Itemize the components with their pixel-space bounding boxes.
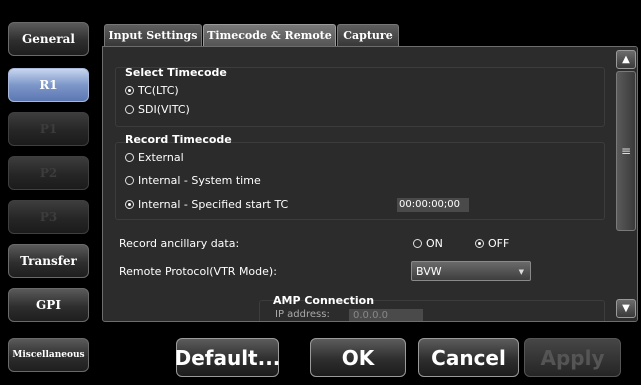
nav-r1[interactable]: R1 bbox=[8, 68, 89, 102]
amp-ip-label: IP address: bbox=[275, 309, 330, 320]
radio-unselected-icon bbox=[125, 153, 134, 162]
tab-capture-label: Capture bbox=[343, 29, 393, 42]
grip-icon: ≡ bbox=[620, 144, 632, 158]
up-arrow-icon[interactable]: ▲ bbox=[616, 50, 636, 69]
ok-button-label: OK bbox=[341, 345, 375, 370]
radio-external[interactable]: External bbox=[125, 151, 184, 164]
record-timecode-title: Record Timecode bbox=[125, 133, 232, 146]
radio-unselected-icon bbox=[413, 239, 422, 248]
settings-panel: Select Timecode TC(LTC) SDI(VITC) Record… bbox=[102, 46, 638, 322]
radio-selected-icon bbox=[125, 200, 134, 209]
radio-ancillary-off-label: OFF bbox=[488, 237, 510, 250]
down-arrow-icon[interactable]: ▼ bbox=[616, 299, 636, 318]
tab-timecode-remote-label: Timecode & Remote bbox=[207, 29, 332, 42]
nav-p1-label: P1 bbox=[39, 122, 58, 136]
radio-tc-ltc[interactable]: TC(LTC) bbox=[125, 84, 179, 97]
remote-protocol-value: BVW bbox=[416, 264, 442, 278]
tab-timecode-remote[interactable]: Timecode & Remote bbox=[203, 24, 336, 46]
apply-button-label: Apply bbox=[540, 345, 605, 370]
radio-ancillary-on[interactable]: ON bbox=[413, 237, 443, 250]
cancel-button-label: Cancel bbox=[431, 345, 506, 370]
radio-tc-ltc-label: TC(LTC) bbox=[138, 84, 179, 97]
select-timecode-title: Select Timecode bbox=[125, 66, 227, 79]
radio-ancillary-on-label: ON bbox=[426, 237, 443, 250]
radio-selected-icon bbox=[125, 86, 134, 95]
radio-external-label: External bbox=[138, 151, 184, 164]
tab-input-settings[interactable]: Input Settings bbox=[104, 24, 202, 46]
nav-miscellaneous-label: Miscellaneous bbox=[12, 350, 85, 360]
scrollbar[interactable]: ▲ ≡ ▼ bbox=[613, 47, 637, 321]
nav-miscellaneous[interactable]: Miscellaneous bbox=[8, 338, 89, 372]
ancillary-label: Record ancillary data: bbox=[119, 237, 240, 250]
radio-unselected-icon bbox=[125, 105, 134, 114]
nav-gpi-label: GPI bbox=[36, 298, 61, 312]
nav-p3[interactable]: P3 bbox=[8, 200, 89, 234]
nav-general[interactable]: General bbox=[8, 22, 89, 56]
default-button[interactable]: Default... bbox=[174, 338, 281, 377]
tab-capture[interactable]: Capture bbox=[337, 24, 399, 46]
nav-r1-label: R1 bbox=[39, 78, 58, 92]
apply-button[interactable]: Apply bbox=[524, 338, 621, 377]
remote-protocol-label: Remote Protocol(VTR Mode): bbox=[119, 265, 277, 278]
nav-p2[interactable]: P2 bbox=[8, 156, 89, 190]
settings-content: Select Timecode TC(LTC) SDI(VITC) Record… bbox=[103, 47, 613, 321]
start-tc-input[interactable]: 00:00:00;00 bbox=[397, 198, 469, 212]
scrollbar-thumb[interactable]: ≡ bbox=[616, 71, 636, 231]
radio-internal-system-time-label: Internal - System time bbox=[138, 174, 261, 187]
nav-p3-label: P3 bbox=[39, 210, 58, 224]
radio-sdi-vitc[interactable]: SDI(VITC) bbox=[125, 103, 190, 116]
chevron-down-icon: ▼ bbox=[518, 268, 524, 276]
ok-button[interactable]: OK bbox=[310, 338, 406, 377]
nav-gpi[interactable]: GPI bbox=[8, 288, 89, 322]
nav-general-label: General bbox=[22, 32, 75, 46]
nav-p1[interactable]: P1 bbox=[8, 112, 89, 146]
radio-internal-system-time[interactable]: Internal - System time bbox=[125, 174, 261, 187]
radio-internal-specified-tc-label: Internal - Specified start TC bbox=[138, 198, 289, 211]
radio-unselected-icon bbox=[125, 176, 134, 185]
amp-connection-title: AMP Connection bbox=[273, 294, 375, 307]
nav-transfer[interactable]: Transfer bbox=[8, 244, 89, 278]
tab-input-settings-label: Input Settings bbox=[108, 29, 198, 42]
amp-ip-input[interactable]: 0.0.0.0 bbox=[349, 309, 423, 321]
remote-protocol-select[interactable]: BVW ▼ bbox=[411, 261, 531, 281]
nav-p2-label: P2 bbox=[39, 166, 58, 180]
radio-sdi-vitc-label: SDI(VITC) bbox=[138, 103, 190, 116]
default-button-label: Default... bbox=[174, 345, 281, 370]
nav-transfer-label: Transfer bbox=[20, 254, 77, 268]
cancel-button[interactable]: Cancel bbox=[418, 338, 519, 377]
radio-selected-icon bbox=[475, 239, 484, 248]
radio-internal-specified-tc[interactable]: Internal - Specified start TC bbox=[125, 198, 288, 211]
radio-ancillary-off[interactable]: OFF bbox=[475, 237, 509, 250]
